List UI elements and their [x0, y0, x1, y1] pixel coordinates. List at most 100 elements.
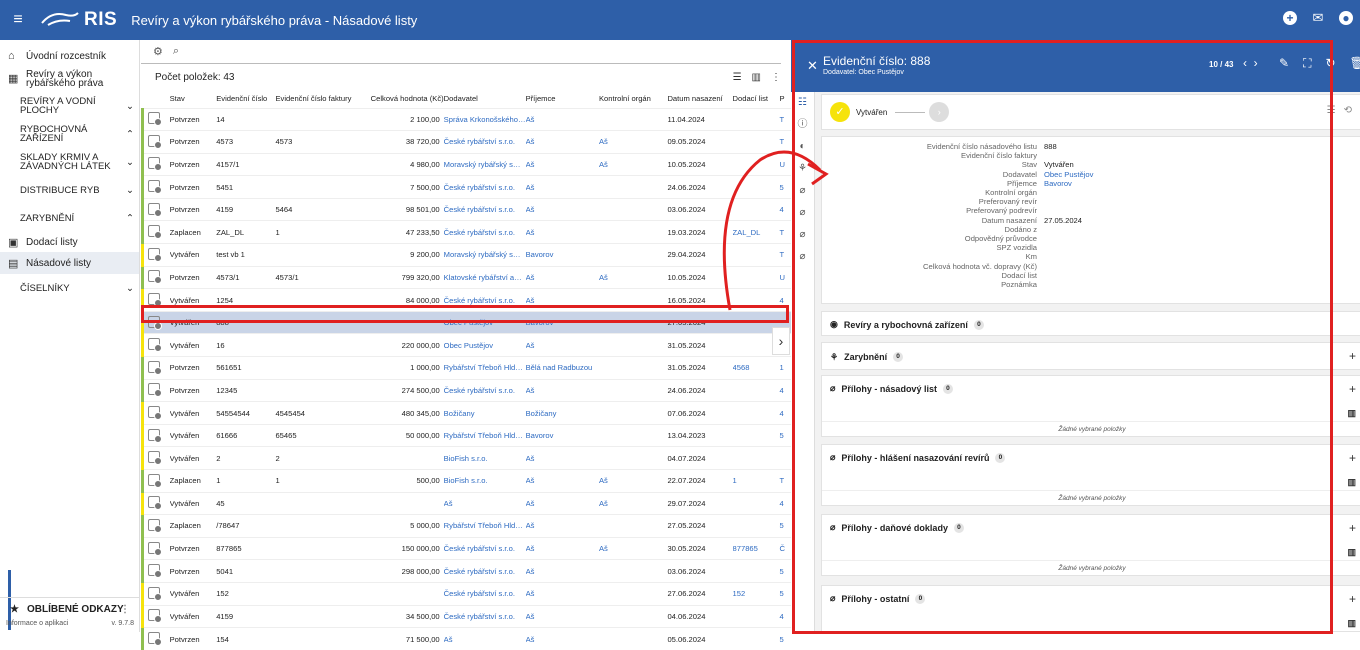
- add-icon[interactable]: +: [1349, 382, 1356, 396]
- table-cell[interactable]: Obec Pustějov: [443, 310, 526, 334]
- table-cell[interactable]: [598, 356, 668, 380]
- more-icon[interactable]: ⋮: [120, 604, 130, 615]
- table-cell[interactable]: [598, 175, 668, 199]
- table-cell[interactable]: Klatovské rybářství a…: [443, 265, 526, 289]
- table-cell[interactable]: [732, 491, 780, 515]
- table-cell[interactable]: Aš: [598, 152, 668, 176]
- table-cell[interactable]: České rybářství s.r.o.: [443, 130, 526, 154]
- table-cell[interactable]: Aš: [598, 491, 668, 515]
- table-cell[interactable]: BioFish s.r.o.: [443, 469, 526, 493]
- column-header[interactable]: Dodací list: [733, 90, 780, 108]
- columns-icon[interactable]: ▥: [1347, 547, 1356, 558]
- table-cell[interactable]: [732, 107, 780, 131]
- table-cell[interactable]: Aš: [525, 265, 599, 289]
- close-icon[interactable]: ✕: [807, 58, 818, 74]
- add-icon[interactable]: +: [1349, 592, 1356, 606]
- table-row[interactable]: Potvrzen 154 71 500,00 Aš Aš 05.06.2024 5: [142, 627, 791, 650]
- table-cell[interactable]: Aš: [598, 130, 668, 154]
- table-cell[interactable]: 4568: [732, 356, 780, 380]
- expand-icon[interactable]: ⛶: [1303, 56, 1311, 71]
- columns-icon[interactable]: ▥: [752, 72, 761, 83]
- table-cell[interactable]: Aš: [525, 107, 599, 131]
- table-cell[interactable]: České rybářství s.r.o.: [443, 604, 526, 628]
- edit-icon[interactable]: ✎: [1279, 56, 1289, 71]
- table-cell[interactable]: [732, 401, 780, 425]
- column-header[interactable]: Evidenční číslo faktury: [275, 90, 362, 108]
- table-cell[interactable]: Božičany: [525, 401, 599, 425]
- table-cell[interactable]: [598, 423, 668, 447]
- table-cell[interactable]: [598, 446, 668, 470]
- table-cell[interactable]: 877865: [732, 536, 780, 560]
- table-cell[interactable]: [732, 627, 780, 650]
- table-cell[interactable]: [598, 243, 668, 267]
- columns-icon[interactable]: ▥: [1347, 618, 1356, 629]
- column-header[interactable]: Dodavatel: [444, 90, 526, 108]
- sidebar-category-distribuce[interactable]: DISTRIBUCE RYB ⌄: [0, 176, 139, 204]
- table-cell[interactable]: Aš: [525, 469, 599, 493]
- table-row[interactable]: Vytvářen 16 220 000,00 Obec Pustějov Aš 31.05…: [142, 333, 791, 357]
- notifications-icon[interactable]: ✉: [1310, 10, 1326, 26]
- table-cell[interactable]: [732, 378, 780, 402]
- table-cell[interactable]: [598, 288, 668, 312]
- next-step-icon[interactable]: ›: [929, 102, 950, 122]
- table-row[interactable]: Vytvářen 54554544 4545454 480 345,00 Božičan…: [142, 401, 791, 425]
- more-icon[interactable]: ⋮: [771, 72, 781, 83]
- table-cell[interactable]: [732, 559, 780, 583]
- table-cell[interactable]: [598, 559, 668, 583]
- user-account-icon[interactable]: ●: [1338, 10, 1354, 26]
- table-cell[interactable]: Rybářství Třeboň Hld…: [443, 423, 526, 447]
- table-cell[interactable]: České rybářství s.r.o.: [443, 175, 526, 199]
- table-row[interactable]: Vytvářen 1254 84 000,00 České rybářství s.r…: [142, 288, 791, 312]
- table-row[interactable]: Potvrzen 5041 298 000,00 České rybářství s.…: [142, 559, 791, 583]
- sidebar-item-home[interactable]: ⌂ Úvodní rozcestník: [0, 46, 139, 66]
- column-header[interactable]: Evidenční číslo: [216, 90, 275, 108]
- table-cell[interactable]: Aš: [525, 491, 599, 515]
- table-cell[interactable]: [598, 197, 668, 221]
- table-cell[interactable]: [598, 378, 668, 402]
- add-icon[interactable]: +: [1349, 349, 1356, 363]
- table-row[interactable]: Vytvářen 4159 34 500,00 České rybářství s.r…: [142, 604, 791, 628]
- hamburger-menu-icon[interactable]: ≡: [0, 11, 36, 29]
- table-row[interactable]: Vytvářen 61666 65465 50 000,00 Rybářství Tře…: [142, 423, 791, 447]
- add-icon[interactable]: +: [1282, 10, 1298, 26]
- sidebar-item-nasadove-listy[interactable]: ▤ Násadové listy: [0, 252, 139, 274]
- table-cell[interactable]: Aš: [525, 446, 599, 470]
- settings-icon[interactable]: ☷: [1327, 105, 1336, 116]
- columns-icon[interactable]: ▥: [1347, 408, 1356, 419]
- sidebar-category-reviry[interactable]: REVÍRY A VODNÍ PLOCHY ⌄: [0, 92, 139, 120]
- delete-icon[interactable]: 🗑: [1350, 56, 1360, 71]
- table-cell[interactable]: Aš: [525, 604, 599, 628]
- table-cell[interactable]: Správa Krkonošského…: [443, 107, 526, 131]
- table-cell[interactable]: [732, 604, 780, 628]
- table-row[interactable]: Vytvářen 888 Obec Pustějov Bavorov 27.05.202…: [142, 310, 791, 334]
- table-cell[interactable]: [732, 423, 780, 447]
- table-cell[interactable]: Aš: [525, 197, 599, 221]
- column-header[interactable]: Příjemce: [526, 90, 599, 108]
- table-cell[interactable]: České rybářství s.r.o.: [443, 197, 526, 221]
- column-header[interactable]: Stav: [170, 90, 217, 108]
- table-row[interactable]: Vytvářen 45 Aš Aš Aš 29.07.2024 4: [142, 491, 791, 515]
- table-cell[interactable]: 152: [732, 581, 780, 606]
- field-value[interactable]: Obec Pustějov: [1044, 170, 1093, 179]
- history-icon[interactable]: ⟲: [1344, 105, 1352, 116]
- table-cell[interactable]: České rybářství s.r.o.: [443, 559, 526, 583]
- table-cell[interactable]: Aš: [525, 333, 599, 357]
- table-row[interactable]: Zaplacen/78647 5 000,00 Rybářství Třeboň H…: [142, 514, 791, 538]
- table-cell[interactable]: Rybářství Třeboň Hld…: [443, 356, 526, 380]
- column-header[interactable]: Datum nasazení: [667, 90, 732, 108]
- table-row[interactable]: Potvrzen 877865 150 000,00 České rybářství …: [142, 536, 791, 560]
- table-cell[interactable]: Bavorov: [525, 423, 599, 447]
- table-cell[interactable]: České rybářství s.r.o.: [443, 536, 526, 560]
- table-cell[interactable]: [732, 446, 780, 470]
- column-header[interactable]: Celková hodnota (Kč): [362, 90, 444, 108]
- table-row[interactable]: Potvrzen 12345 274 500,00 České rybářství s…: [142, 378, 791, 402]
- table-row[interactable]: Zaplacen ZAL_DL 1 47 233,50 České rybářství …: [142, 220, 791, 244]
- table-cell[interactable]: Aš: [598, 536, 668, 560]
- table-cell[interactable]: Aš: [525, 627, 599, 650]
- table-row[interactable]: Potvrzen 4573/1 4573/1 799 320,00 Klatovské …: [142, 265, 791, 289]
- table-row[interactable]: Vytvářen 152 České rybářství s.r.o. Aš 27.06…: [142, 581, 791, 606]
- refresh-icon[interactable]: ↻: [1325, 56, 1335, 71]
- table-cell[interactable]: České rybářství s.r.o.: [443, 220, 526, 244]
- table-cell[interactable]: Aš: [525, 514, 599, 538]
- table-cell[interactable]: [732, 514, 780, 538]
